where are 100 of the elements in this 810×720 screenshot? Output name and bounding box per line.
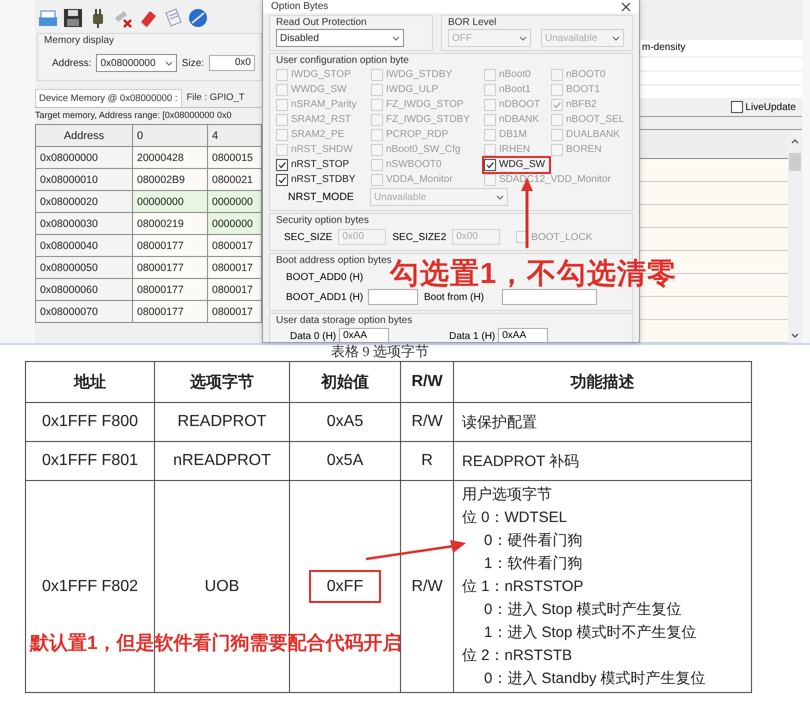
- checkbox-label: VDDA_Monitor: [386, 174, 453, 185]
- table-cell: 0x1FFF F801: [26, 442, 154, 480]
- checkbox-label: IRHEN: [499, 144, 530, 155]
- table-cell: R: [400, 442, 454, 480]
- table-cell: 20000428: [132, 146, 208, 168]
- checkbox[interactable]: [276, 174, 288, 186]
- column-header: Address: [36, 124, 132, 146]
- table-cell: READPROT: [154, 402, 290, 442]
- scroll-down-icon[interactable]: [790, 332, 800, 340]
- column-header: 初始值: [290, 362, 400, 402]
- group-title: Security option bytes: [276, 215, 370, 227]
- checkbox-label: WDG_SW: [499, 159, 546, 170]
- description-line: 位 2：nRSTSTB: [462, 646, 574, 666]
- description-line: 0：进入 Standby 模式时产生复位: [483, 669, 707, 689]
- tab[interactable]: File : GPIO_T: [184, 89, 248, 107]
- description-line: READPROT 补码: [462, 452, 580, 472]
- table-cell-text: 0x5A: [326, 451, 364, 471]
- table-cell: 08000177: [132, 300, 208, 322]
- address-label: Address:: [52, 58, 92, 68]
- dialog-title: Option Bytes: [271, 1, 328, 12]
- field-label: BOOT_ADD0 (H): [286, 272, 362, 282]
- field-label: Data 0 (H): [290, 330, 336, 342]
- close-icon[interactable]: [621, 2, 631, 12]
- checkbox-label: BOOT1: [566, 84, 600, 95]
- checkbox-label: nSWBOOT0: [386, 159, 442, 170]
- field-label: Boot from (H): [424, 292, 486, 302]
- column-header: 4: [208, 124, 262, 146]
- floppy-icon[interactable]: [62, 7, 84, 29]
- size-field[interactable]: 0x0: [209, 55, 255, 71]
- nrst-mode-label: NRST_MODE: [288, 191, 354, 203]
- checkbox-label: nRST_STDBY: [291, 174, 356, 185]
- input-field[interactable]: 0xAA: [339, 328, 390, 342]
- tab[interactable]: Device Memory @ 0x08000000 :: [35, 89, 182, 107]
- checkbox[interactable]: [276, 158, 288, 170]
- field-label: SEC_SIZE2: [392, 232, 446, 242]
- checkbox-label: nBOOT_SEL: [566, 114, 624, 125]
- table-cell: 0x08000000: [36, 146, 132, 168]
- input-field[interactable]: [502, 289, 597, 305]
- checkbox-label: SDADC12_VDD_Monitor: [499, 174, 611, 185]
- table-cell: 0000000: [208, 212, 262, 234]
- scroll-thumb[interactable]: [789, 153, 801, 171]
- table-cell: 08000177: [132, 256, 208, 278]
- protection-dropdown[interactable]: Disabled: [276, 29, 404, 47]
- checkbox-label: SRAM2_RST: [291, 114, 352, 125]
- group-title: User data storage option bytes: [276, 315, 414, 327]
- device-field: m-density: [640, 40, 802, 56]
- column-header: 选项字节: [154, 362, 290, 402]
- group-title: User configuration option byte: [276, 55, 410, 67]
- table-cell: 0xFF: [308, 570, 382, 602]
- checkbox-label: nBoot1: [499, 84, 531, 95]
- table-cell: 0x08000050: [36, 256, 132, 278]
- scroll-up-icon[interactable]: [790, 137, 800, 145]
- checkbox-label: FZ_IWDG_STOP: [386, 99, 464, 110]
- column-header: 地址: [26, 362, 154, 402]
- checkbox[interactable]: [731, 101, 744, 113]
- size-label: Size:: [182, 58, 204, 68]
- dropdown-caret-icon: [164, 60, 173, 66]
- input-field[interactable]: [368, 289, 418, 305]
- table-cell: 0x08000030: [36, 212, 132, 234]
- checkbox[interactable]: [484, 158, 496, 170]
- address-dropdown[interactable]: 0x08000000: [96, 54, 177, 72]
- input-field[interactable]: 0xAA: [498, 328, 548, 342]
- table-cell: 0800017: [208, 278, 262, 300]
- checkbox-label: DB1M: [499, 129, 527, 140]
- table-cell: 0x1FFF F800: [26, 402, 154, 442]
- group-title: Memory display: [44, 35, 116, 47]
- checkbox-label: nBoot0_SW_Cfg: [386, 144, 460, 155]
- dropdown-caret-icon: [612, 36, 620, 40]
- checkbox-label: IWDG_STDBY: [386, 69, 452, 80]
- address-range-text: Target memory, Address range: [0x08000000 0x0: [35, 107, 262, 122]
- table-cell: 080002B9: [132, 168, 208, 190]
- table-cell: 0800017: [208, 256, 262, 278]
- group-title: BOR Level: [448, 17, 498, 29]
- description-line: 读保护配置: [462, 412, 538, 432]
- dropdown-caret-icon: [392, 36, 400, 40]
- checkbox-label: FZ_IWDG_STDBY: [386, 114, 470, 125]
- group-title: Read Out Protection: [276, 17, 368, 29]
- table-cell: 0x08000060: [36, 278, 132, 300]
- checkbox-label: IWDG_ULP: [386, 84, 438, 95]
- table-cell: 0x08000040: [36, 234, 132, 256]
- table-cell: 0x08000070: [36, 300, 132, 322]
- column-header: R/W: [400, 362, 454, 402]
- table-cell: 00000000: [132, 190, 208, 212]
- checkbox-label: IWDG_STOP: [291, 69, 351, 80]
- table-cell: 08000177: [132, 234, 208, 256]
- column-header: 功能描述: [454, 362, 752, 402]
- table-caption: 表格 9 选项字节: [330, 345, 430, 361]
- description-line: 0：硬件看门狗: [483, 531, 584, 551]
- table-cell: nREADPROT: [154, 442, 290, 480]
- checkbox-label: LiveUpdate: [745, 102, 796, 112]
- annotation-arrow[interactable]: [366, 539, 466, 563]
- checkbox-label: DUALBANK: [566, 129, 620, 140]
- table-cell-text: 0xA5: [326, 412, 364, 432]
- table-cell: R/W: [400, 402, 454, 442]
- globe-icon[interactable]: [187, 7, 209, 29]
- checkbox-label: nDBOOT: [499, 99, 540, 110]
- table-cell: 08000219: [132, 212, 208, 234]
- checkbox-label: nBoot0: [499, 69, 531, 80]
- checkbox-label: PCROP_RDP: [386, 129, 448, 140]
- description-line: 位 1：nRSTSTOP: [462, 577, 584, 597]
